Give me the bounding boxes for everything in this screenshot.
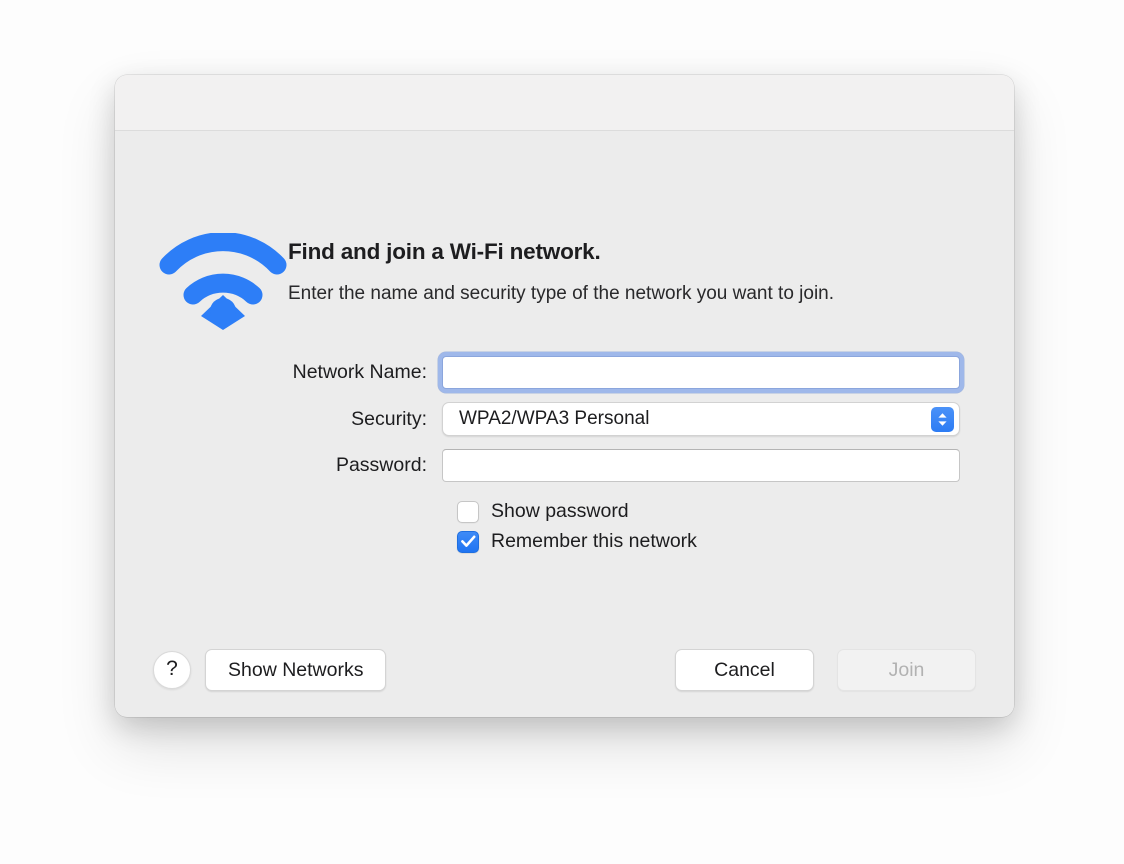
network-name-field-wrap [438, 352, 1014, 393]
checkmark-icon [460, 535, 475, 547]
dialog-titlebar [115, 75, 1014, 131]
security-label: Security: [351, 407, 427, 430]
password-input[interactable] [442, 449, 960, 482]
show-networks-button[interactable]: Show Networks [205, 649, 387, 691]
show-password-label: Show password [491, 500, 629, 522]
network-name-input[interactable] [442, 356, 960, 389]
show-password-checkbox[interactable] [457, 500, 479, 523]
wifi-form: Network Name: Security: WPA2/WPA3 Person… [115, 352, 1014, 560]
wifi-icon [158, 219, 288, 331]
network-name-focus-ring [438, 352, 964, 393]
chevron-up-down-icon [931, 406, 954, 432]
security-row: Security: WPA2/WPA3 Personal [115, 402, 1014, 436]
network-name-row: Network Name: [115, 352, 1014, 393]
help-button[interactable]: ? [153, 651, 191, 689]
password-row: Password: [115, 449, 1014, 482]
dialog-description: Enter the name and security type of the … [288, 282, 835, 304]
password-label: Password: [335, 454, 427, 476]
footer-left-group: ? Show Networks [153, 649, 387, 691]
password-field-wrap [442, 449, 1014, 482]
show-password-row[interactable]: Show password [442, 500, 1014, 523]
remember-network-label: Remember this network [491, 530, 697, 552]
remember-network-row[interactable]: Remember this network [442, 530, 1014, 553]
header-text-block: Find and join a Wi-Fi network. Enter the… [288, 219, 978, 308]
dialog-header: Find and join a Wi-Fi network. Enter the… [158, 219, 978, 331]
security-selected-value: WPA2/WPA3 Personal [459, 408, 650, 429]
join-button[interactable]: Join [837, 649, 976, 691]
dialog-title: Find and join a Wi-Fi network. [288, 239, 601, 264]
dialog-footer: ? Show Networks Cancel Join [115, 624, 1014, 716]
security-field-wrap: WPA2/WPA3 Personal [442, 402, 1014, 436]
footer-right-group: Cancel Join [675, 649, 976, 691]
dialog-body: Find and join a Wi-Fi network. Enter the… [115, 131, 1014, 716]
security-popup-button[interactable]: WPA2/WPA3 Personal [442, 402, 960, 436]
remember-network-checkbox[interactable] [457, 530, 479, 553]
join-wifi-dialog: Find and join a Wi-Fi network. Enter the… [115, 75, 1014, 717]
cancel-button[interactable]: Cancel [675, 649, 814, 691]
network-name-label: Network Name: [292, 361, 427, 383]
